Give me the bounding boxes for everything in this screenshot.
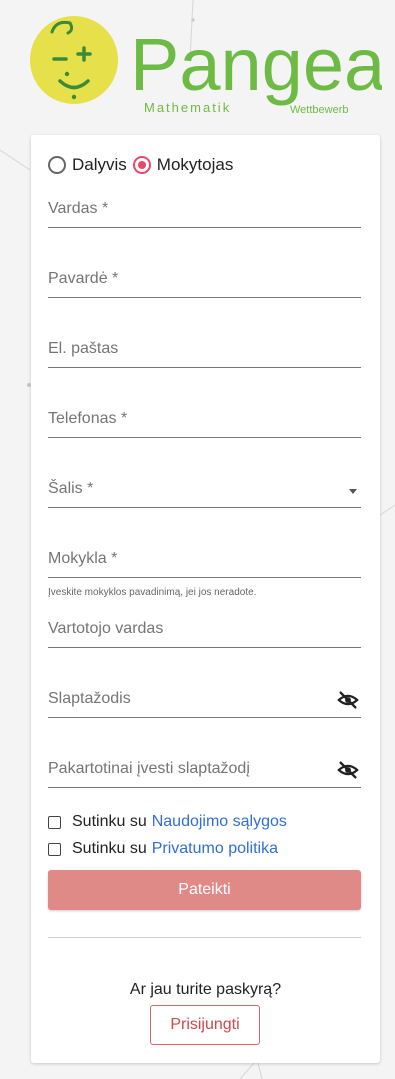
role-label-participant: Dalyvis — [72, 155, 127, 174]
first-name-placeholder: Vardas * — [48, 200, 109, 217]
role-radio-participant[interactable]: Dalyvis — [48, 155, 127, 175]
dropdown-arrow-icon — [349, 489, 357, 494]
password-repeat-field[interactable]: Pakartotinai įvesti slaptažodį — [48, 757, 361, 788]
terms-checkbox[interactable] — [48, 815, 61, 829]
privacy-checkbox[interactable] — [48, 842, 61, 856]
phone-field[interactable]: Telefonas * — [48, 407, 361, 438]
last-name-placeholder: Pavardė * — [48, 270, 119, 287]
school-hint: Įveskite mokyklos pavadinimą, jei jos ne… — [48, 587, 257, 598]
country-placeholder: Šalis * — [48, 480, 94, 497]
password-field[interactable]: Slaptažodis — [48, 687, 361, 718]
school-field[interactable]: Mokykla * — [48, 547, 361, 578]
phone-placeholder: Telefonas * — [48, 410, 128, 427]
svg-text:Mathematik: Mathematik — [144, 100, 231, 115]
privacy-prefix: Sutinku su — [72, 840, 147, 857]
eye-off-icon[interactable] — [337, 689, 359, 711]
password-placeholder: Slaptažodis — [48, 690, 131, 707]
terms-checkbox-row: Sutinku su Naudojimo sąlygos — [48, 811, 287, 833]
svg-text:Wettbewerb: Wettbewerb — [290, 104, 349, 116]
school-placeholder: Mokykla * — [48, 550, 118, 567]
pangea-logo: Pangea Mathematik Wettbewerb — [30, 16, 382, 116]
username-placeholder: Vartotojo vardas — [48, 620, 164, 637]
role-selector: Dalyvis Mokytojas — [48, 153, 239, 177]
privacy-checkbox-row: Sutinku su Privatumo politika — [48, 838, 278, 860]
email-field[interactable]: El. paštas — [48, 337, 361, 368]
first-name-field[interactable]: Vardas * — [48, 197, 361, 228]
role-radio-teacher[interactable]: Mokytojas — [132, 155, 234, 175]
registration-card: Dalyvis Mokytojas Vardas * Pavardė * El.… — [31, 135, 380, 1063]
radio-unchecked-icon — [48, 156, 66, 174]
terms-prefix: Sutinku su — [72, 813, 147, 830]
email-placeholder: El. paštas — [48, 340, 119, 357]
svg-text:Pangea: Pangea — [130, 23, 382, 106]
username-field[interactable]: Vartotojo vardas — [48, 617, 361, 648]
terms-link[interactable]: Naudojimo sąlygos — [152, 813, 287, 831]
divider — [48, 937, 361, 938]
login-button[interactable]: Prisijungti — [150, 1005, 260, 1045]
country-select[interactable]: Šalis * — [48, 477, 361, 508]
role-label-teacher: Mokytojas — [156, 155, 234, 174]
last-name-field[interactable]: Pavardė * — [48, 267, 361, 298]
password-repeat-placeholder: Pakartotinai įvesti slaptažodį — [48, 760, 250, 777]
account-question: Ar jau turite paskyrą? — [129, 981, 282, 998]
submit-button[interactable]: Pateikti — [48, 870, 361, 910]
eye-off-icon[interactable] — [337, 759, 359, 781]
radio-checked-icon — [132, 156, 151, 174]
privacy-link[interactable]: Privatumo politika — [152, 840, 278, 858]
